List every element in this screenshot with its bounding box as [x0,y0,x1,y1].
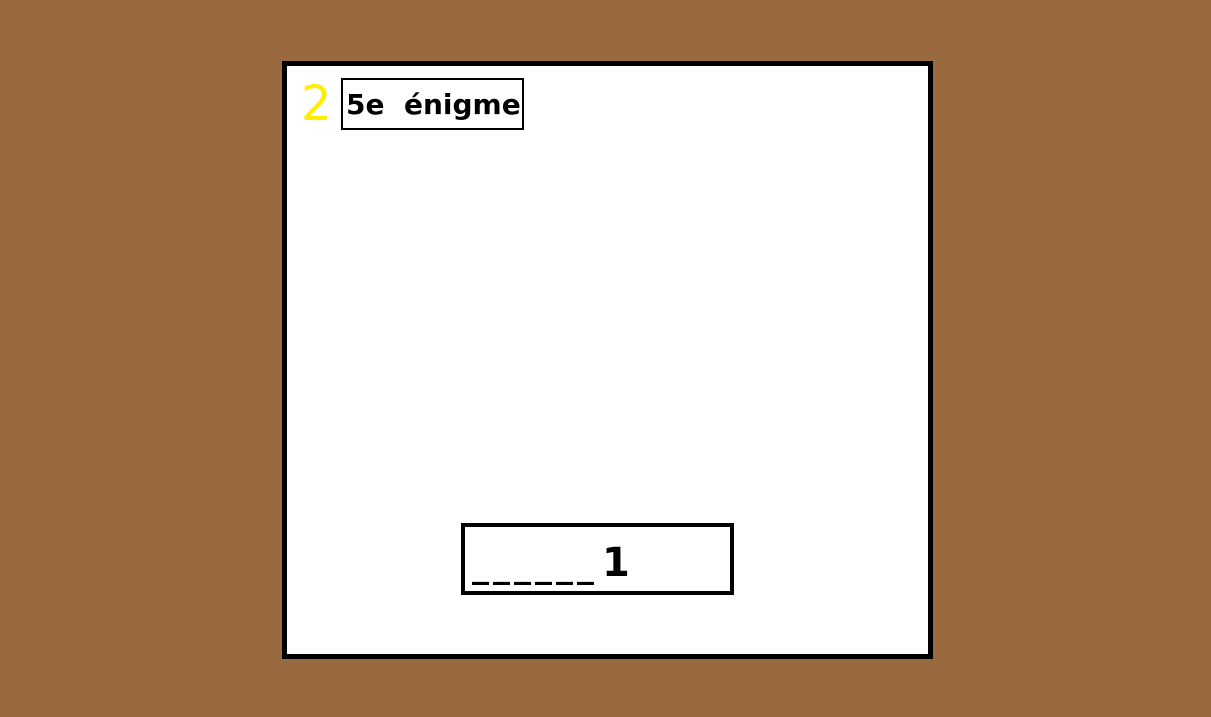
answer-last-char: 1 [602,540,630,586]
puzzle-title: 5e énigme [341,78,524,130]
answer-blanks: ______ [472,546,598,586]
puzzle-panel: 2 5e énigme ______ 1 [282,61,933,659]
level-number: 2 [301,76,332,132]
answer-field[interactable]: ______ 1 [461,523,734,595]
